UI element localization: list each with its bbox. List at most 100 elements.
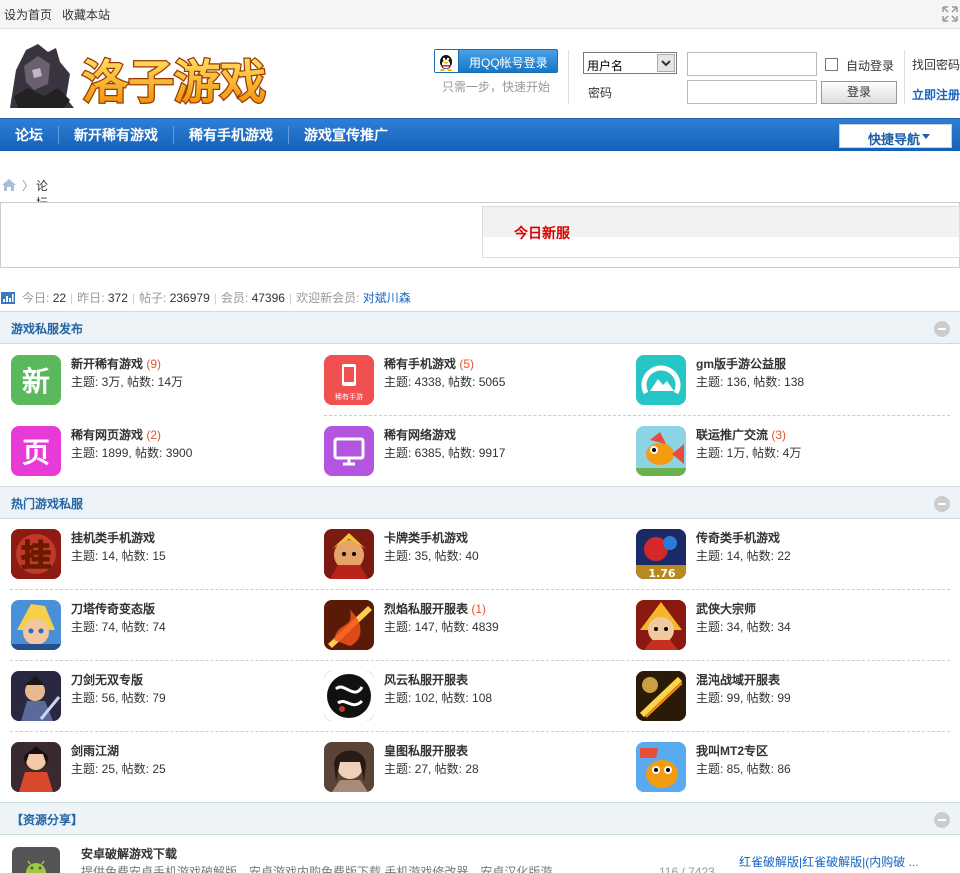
forum-name[interactable]: 卡牌类手机游戏: [384, 531, 468, 545]
forum-item[interactable]: 刀塔传奇变态版 主题: 74, 帖数: 74: [11, 600, 311, 652]
breadcrumb-separator-icon: 〉: [22, 179, 35, 193]
forum-name[interactable]: 新开稀有游戏: [71, 357, 143, 371]
phone-icon[interactable]: 稀有手游: [324, 355, 374, 405]
forum-name[interactable]: 刀剑无双专版: [71, 673, 143, 687]
forum-name[interactable]: 稀有网络游戏: [384, 428, 456, 442]
qq-login-button[interactable]: 用QQ帐号登录: [434, 49, 558, 73]
find-password-link[interactable]: 找回密码: [912, 56, 960, 73]
forum-name[interactable]: 烈焰私服开服表: [384, 602, 468, 616]
nav-item-promotion[interactable]: 游戏宣传推广: [304, 119, 388, 152]
forum-item[interactable]: 卡牌类手机游戏 主题: 35, 帖数: 40: [324, 529, 624, 581]
sword-icon[interactable]: [11, 671, 61, 721]
forum-item[interactable]: gm版手游公益服 主题: 136, 帖数: 138: [636, 355, 936, 407]
huangtu-icon[interactable]: [324, 742, 374, 792]
forum-item[interactable]: 1.76 传奇类手机游戏 主题: 14, 帖数: 22: [636, 529, 936, 581]
mt-icon[interactable]: [636, 742, 686, 792]
new-member-link[interactable]: 对斌川森: [363, 291, 411, 305]
forum-name[interactable]: gm版手游公益服: [696, 357, 786, 371]
forum-item[interactable]: 页 稀有网页游戏 (2) 主题: 1899, 帖数: 3900: [11, 426, 311, 478]
svg-text:页: 页: [22, 436, 50, 469]
register-link[interactable]: 立即注册: [912, 86, 960, 103]
home-icon[interactable]: [2, 179, 16, 191]
forum-meta: 主题: 3万, 帖数: 14万: [71, 375, 184, 389]
forum-name[interactable]: 武侠大宗师: [696, 602, 756, 616]
forum-item[interactable]: 联运推广交流 (3) 主题: 1万, 帖数: 4万: [636, 426, 936, 478]
username-type-select[interactable]: 用户名: [583, 52, 677, 74]
collapse-icon[interactable]: [934, 321, 950, 337]
forum-item[interactable]: 烈焰私服开服表 (1) 主题: 147, 帖数: 4839: [324, 600, 624, 652]
caret-down-icon: [922, 134, 930, 139]
forum-name[interactable]: 风云私服开服表: [384, 673, 468, 687]
header-divider-2: [904, 50, 905, 104]
forum-meta: 主题: 102, 帖数: 108: [384, 691, 493, 705]
wuxia-icon[interactable]: [636, 600, 686, 650]
forum-item[interactable]: 皇图私服开服表 主题: 27, 帖数: 28: [324, 742, 624, 794]
warrior-icon[interactable]: [324, 529, 374, 579]
forum-name[interactable]: 联运推广交流: [696, 428, 768, 442]
forum-name[interactable]: 剑雨江湖: [71, 744, 119, 758]
qq-login-hint: 只需一步，快速开始: [442, 80, 551, 94]
legend-icon[interactable]: 1.76: [636, 529, 686, 579]
forum-item[interactable]: 风云私服开服表 主题: 102, 帖数: 108: [324, 671, 624, 723]
chaos-icon[interactable]: [636, 671, 686, 721]
collapse-icon[interactable]: [934, 812, 950, 828]
forum-item[interactable]: 挂 挂机类手机游戏 主题: 14, 帖数: 15: [11, 529, 311, 581]
monitor-icon[interactable]: [324, 426, 374, 476]
fish-icon[interactable]: [636, 426, 686, 476]
stat-newmember-label: 欢迎新会员:: [296, 291, 360, 305]
jianyu-icon[interactable]: [11, 742, 61, 792]
forum-item[interactable]: 刀剑无双专版 主题: 56, 帖数: 79: [11, 671, 311, 723]
nav-item-forum[interactable]: 论坛: [15, 119, 43, 152]
qq-login-label: 用QQ帐号登录: [469, 56, 548, 70]
last-post-link[interactable]: 红雀破解版|红雀破解版|(内购破 ...: [739, 853, 919, 870]
set-home-link[interactable]: 设为首页: [4, 8, 52, 22]
nav-item-mobile-games[interactable]: 稀有手机游戏: [189, 119, 273, 152]
resource-forum-row[interactable]: 安卓破解游戏下载 提供免费安卓手机游戏破解版、安卓游戏内购免费版下载,手机游戏修…: [0, 835, 960, 873]
row-divider: [10, 660, 950, 661]
section-title[interactable]: 游戏私服发布: [11, 320, 83, 337]
forum-item[interactable]: 武侠大宗师 主题: 34, 帖数: 34: [636, 600, 936, 652]
forum-item[interactable]: 剑雨江湖 主题: 25, 帖数: 25: [11, 742, 311, 794]
bookmark-link[interactable]: 收藏本站: [62, 8, 110, 22]
site-logo[interactable]: 洛子游戏: [4, 40, 279, 112]
forum-name[interactable]: 刀塔传奇变态版: [71, 602, 155, 616]
forum-name[interactable]: 稀有网页游戏: [71, 428, 143, 442]
fullscreen-icon[interactable]: [942, 6, 958, 22]
forum-name[interactable]: 皇图私服开服表: [384, 744, 468, 758]
nav-separator: [173, 126, 174, 144]
quick-nav-button[interactable]: 快捷导航: [839, 124, 952, 148]
forum-item[interactable]: 混沌战域开服表 主题: 99, 帖数: 99: [636, 671, 936, 723]
password-input[interactable]: [687, 80, 817, 104]
ye-icon[interactable]: 页: [11, 426, 61, 476]
username-input[interactable]: [687, 52, 817, 76]
section-title[interactable]: 【资源分享】: [11, 811, 83, 828]
resource-forum-title[interactable]: 安卓破解游戏下载: [81, 845, 177, 862]
forum-item[interactable]: 我叫MT2专区 主题: 85, 帖数: 86: [636, 742, 936, 794]
login-button[interactable]: 登录: [821, 81, 897, 104]
new-servers-title[interactable]: 今日新服: [514, 223, 570, 243]
forum-meta: 主题: 25, 帖数: 25: [71, 762, 166, 776]
forum-meta: 主题: 1万, 帖数: 4万: [696, 446, 802, 460]
forum-name[interactable]: 稀有手机游戏: [384, 357, 456, 371]
xin-icon[interactable]: 新: [11, 355, 61, 405]
forum-meta: 主题: 85, 帖数: 86: [696, 762, 791, 776]
gua-icon[interactable]: 挂: [11, 529, 61, 579]
auto-login-checkbox[interactable]: [825, 58, 838, 71]
forum-item[interactable]: 稀有手游 稀有手机游戏 (5) 主题: 4338, 帖数: 5065: [324, 355, 624, 407]
hero-icon[interactable]: [11, 600, 61, 650]
forum-name[interactable]: 传奇类手机游戏: [696, 531, 780, 545]
mountain-icon[interactable]: [636, 355, 686, 405]
section-title[interactable]: 热门游戏私服: [11, 495, 83, 512]
forum-name[interactable]: 挂机类手机游戏: [71, 531, 155, 545]
top-links: 设为首页 收藏本站: [4, 6, 120, 23]
nav-item-new-games[interactable]: 新开稀有游戏: [74, 119, 158, 152]
forum-item[interactable]: 稀有网络游戏 主题: 6385, 帖数: 9917: [324, 426, 624, 478]
forum-item[interactable]: 新 新开稀有游戏 (9) 主题: 3万, 帖数: 14万: [11, 355, 311, 407]
forum-meta: 主题: 4338, 帖数: 5065: [384, 375, 506, 389]
forum-name[interactable]: 混沌战域开服表: [696, 673, 780, 687]
android-icon[interactable]: [12, 847, 60, 873]
flame-icon[interactable]: [324, 600, 374, 650]
collapse-icon[interactable]: [934, 496, 950, 512]
forum-name[interactable]: 我叫MT2专区: [696, 744, 768, 758]
fengyun-icon[interactable]: [324, 671, 374, 721]
